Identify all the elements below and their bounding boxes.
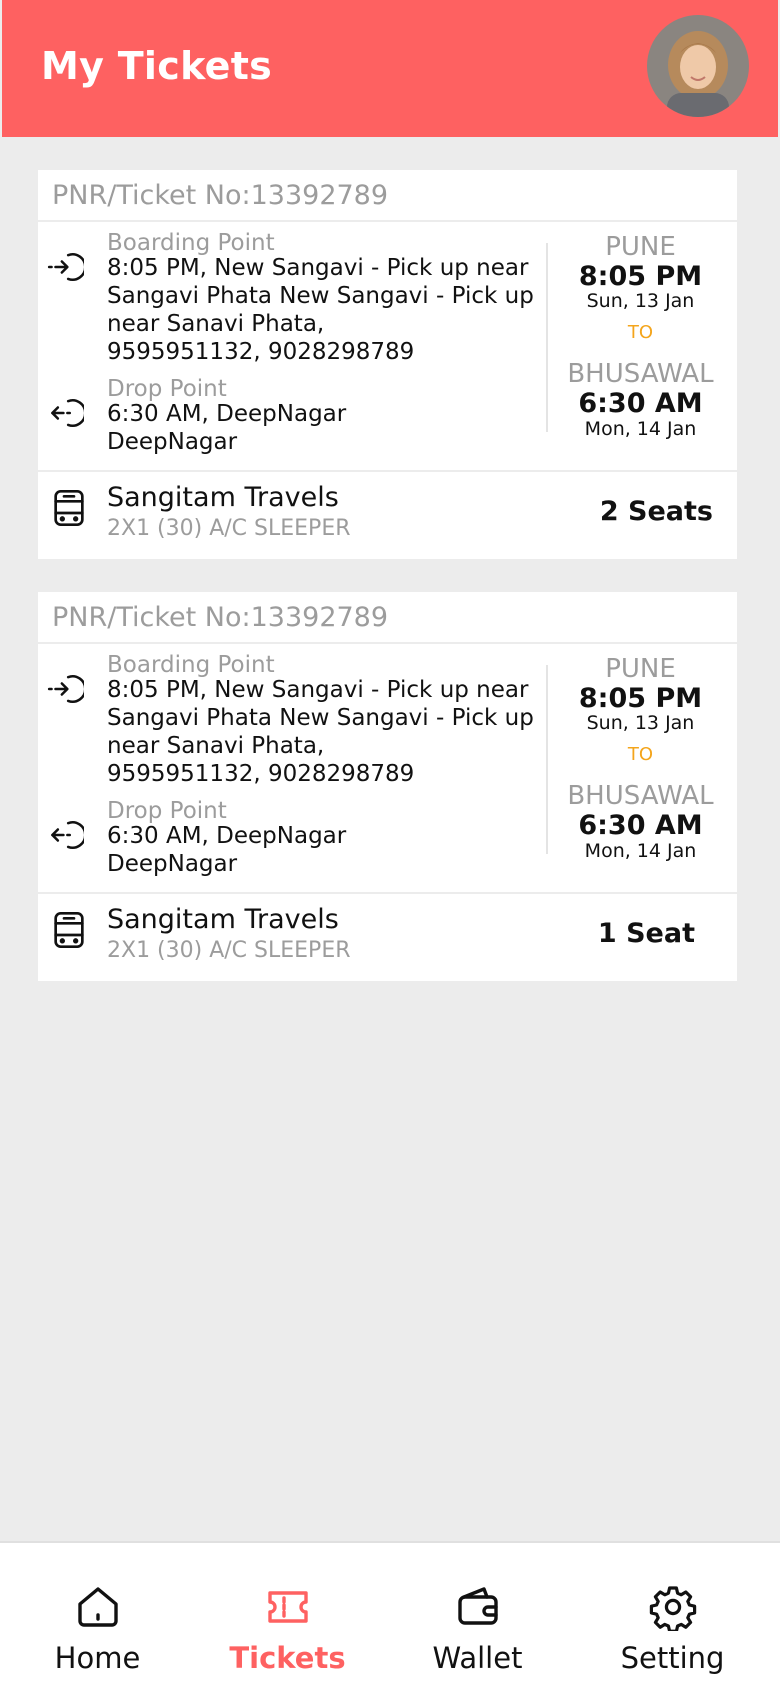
ticket-card[interactable]: PNR/Ticket No:13392789 Boarding Point 8:… xyxy=(38,592,737,981)
nav-home[interactable]: Home xyxy=(0,1543,195,1690)
from-city: PUNE xyxy=(605,654,676,684)
app-header: My Tickets xyxy=(2,0,778,137)
page-title: My Tickets xyxy=(41,44,273,88)
departure-date: Sun, 13 Jan xyxy=(586,290,695,312)
vertical-divider xyxy=(546,243,548,432)
vertical-divider xyxy=(546,665,548,854)
divider xyxy=(38,220,737,222)
bus-icon xyxy=(54,490,84,526)
to-city: BHUSAWAL xyxy=(567,781,714,811)
arrival-date: Mon, 14 Jan xyxy=(584,418,697,440)
drop-icon xyxy=(51,399,84,427)
home-icon xyxy=(77,1587,118,1627)
seat-count: 2 Seats xyxy=(599,496,713,527)
drop-address: 6:30 AM, DeepNagar DeepNagar xyxy=(107,823,347,877)
arrival-date: Mon, 14 Jan xyxy=(584,840,697,862)
bottom-nav: Home Tickets Wallet Setting xyxy=(0,1541,780,1690)
nav-setting[interactable]: Setting xyxy=(575,1543,770,1690)
nav-home-label: Home xyxy=(54,1641,141,1675)
bus-icon xyxy=(54,912,84,948)
boarding-icon xyxy=(47,675,84,703)
drop-point-label: Drop Point xyxy=(107,798,227,824)
from-city: PUNE xyxy=(605,232,676,262)
boarding-address: 8:05 PM, New Sangavi - Pick up near Sang… xyxy=(107,677,534,787)
nav-wallet-label: Wallet xyxy=(432,1641,523,1675)
seat-count: 1 Seat xyxy=(597,918,695,949)
divider xyxy=(38,892,737,894)
pnr-label: PNR/Ticket No:13392789 xyxy=(52,602,389,633)
drop-point-label: Drop Point xyxy=(107,376,227,402)
nav-wallet[interactable]: Wallet xyxy=(380,1543,575,1690)
departure-date: Sun, 13 Jan xyxy=(586,712,695,734)
boarding-point-label: Boarding Point xyxy=(107,230,275,256)
boarding-address: 8:05 PM, New Sangavi - Pick up near Sang… xyxy=(107,255,534,365)
drop-icon xyxy=(51,821,84,849)
bus-type: 2X1 (30) A/C SLEEPER xyxy=(107,516,351,541)
operator-name: Sangitam Travels xyxy=(107,904,339,935)
to-label: TO xyxy=(627,322,654,343)
divider xyxy=(38,642,737,644)
bus-type: 2X1 (30) A/C SLEEPER xyxy=(107,938,351,963)
nav-tickets[interactable]: Tickets xyxy=(190,1543,385,1690)
to-label: TO xyxy=(627,744,654,765)
ticket-icon xyxy=(267,1591,308,1623)
ticket-card[interactable]: PNR/Ticket No:13392789 Boarding Point 8:… xyxy=(38,170,737,559)
boarding-point-label: Boarding Point xyxy=(107,652,275,678)
to-city: BHUSAWAL xyxy=(567,359,714,389)
arrival-time: 6:30 AM xyxy=(578,388,703,419)
departure-time: 8:05 PM xyxy=(578,261,703,292)
nav-tickets-label: Tickets xyxy=(229,1641,346,1675)
drop-address: 6:30 AM, DeepNagar DeepNagar xyxy=(107,401,347,455)
arrival-time: 6:30 AM xyxy=(578,810,703,841)
pnr-label: PNR/Ticket No:13392789 xyxy=(52,180,389,211)
avatar[interactable] xyxy=(647,15,749,117)
boarding-icon xyxy=(47,253,84,281)
departure-time: 8:05 PM xyxy=(578,683,703,714)
wallet-icon xyxy=(457,1587,498,1625)
divider xyxy=(38,470,737,472)
gear-icon xyxy=(649,1586,696,1631)
operator-name: Sangitam Travels xyxy=(107,482,339,513)
nav-setting-label: Setting xyxy=(620,1641,725,1675)
